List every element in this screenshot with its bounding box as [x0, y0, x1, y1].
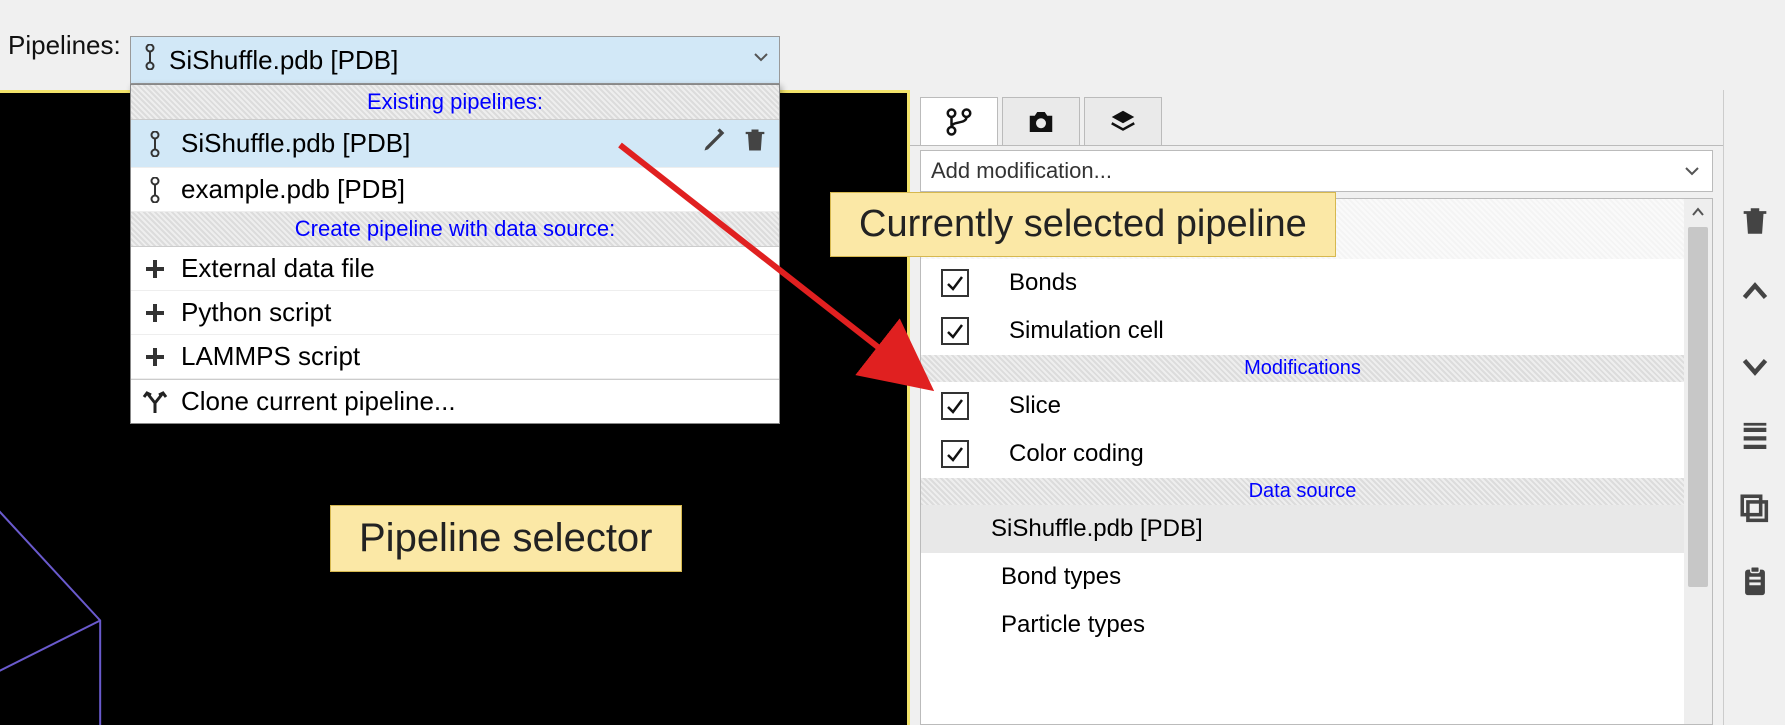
right-panel: Add modification... Bonds Simulation cel…	[910, 90, 1785, 725]
item-label: Simulation cell	[1009, 317, 1164, 345]
chevron-down-icon	[1682, 161, 1702, 181]
create-item-label: Python script	[181, 297, 331, 328]
data-source-label: SiShuffle.pdb [PDB]	[991, 515, 1203, 543]
item-label: Bond types	[1001, 563, 1121, 591]
plus-icon	[141, 345, 169, 369]
item-label: Color coding	[1009, 440, 1144, 468]
section-modifications: Modifications	[921, 355, 1684, 382]
pipeline-dropdown: Existing pipelines: SiShuffle.pdb [PDB] …	[130, 84, 780, 424]
pipeline-item-sishuffle[interactable]: SiShuffle.pdb [PDB]	[131, 120, 779, 168]
pipeline-icon	[141, 177, 169, 203]
scroll-thumb[interactable]	[1688, 227, 1708, 587]
add-modification-label: Add modification...	[931, 158, 1112, 184]
item-label: Slice	[1009, 392, 1061, 420]
modification-list: Bonds Simulation cell Modifications Slic…	[920, 198, 1713, 725]
pipeline-icon	[141, 131, 169, 157]
callout-currently-selected: Currently selected pipeline	[830, 192, 1336, 257]
fork-icon	[141, 389, 169, 415]
dropdown-header-existing: Existing pipelines:	[131, 85, 779, 120]
create-python-script[interactable]: Python script	[131, 291, 779, 335]
tab-layers[interactable]	[1084, 97, 1162, 145]
pipeline-icon	[139, 44, 161, 77]
pipelines-label: Pipelines:	[8, 30, 121, 61]
paste-button[interactable]	[1734, 560, 1776, 602]
pipeline-item-example[interactable]: example.pdb [PDB]	[131, 168, 779, 212]
pipeline-item-label: SiShuffle.pdb [PDB]	[181, 128, 410, 159]
tab-pipeline[interactable]	[920, 97, 998, 145]
modifier-slice[interactable]: Slice	[921, 382, 1684, 430]
create-external-file[interactable]: External data file	[131, 247, 779, 291]
data-source-row[interactable]: SiShuffle.pdb [PDB]	[921, 505, 1684, 553]
git-branch-icon	[944, 107, 974, 137]
move-down-button[interactable]	[1734, 344, 1776, 386]
clone-pipeline[interactable]: Clone current pipeline...	[131, 380, 779, 423]
pipeline-combo-value: SiShuffle.pdb [PDB]	[169, 45, 751, 76]
checkbox-icon[interactable]	[941, 440, 969, 468]
visual-item-bonds[interactable]: Bonds	[921, 259, 1684, 307]
move-up-button[interactable]	[1734, 272, 1776, 314]
item-label: Bonds	[1009, 269, 1077, 297]
item-label: Particle types	[1001, 611, 1145, 639]
scrollbar[interactable]	[1684, 199, 1712, 724]
delete-icon[interactable]	[741, 126, 769, 161]
create-lammps-script[interactable]: LAMMPS script	[131, 335, 779, 379]
panel-tabs	[910, 90, 1723, 146]
pipeline-selector-combo[interactable]: SiShuffle.pdb [PDB]	[130, 36, 780, 84]
create-item-label: LAMMPS script	[181, 341, 360, 372]
visual-item-simcell[interactable]: Simulation cell	[921, 307, 1684, 355]
pipeline-item-label: example.pdb [PDB]	[181, 174, 405, 205]
scroll-up-icon[interactable]	[1684, 199, 1712, 225]
delete-button[interactable]	[1734, 200, 1776, 242]
create-item-label: External data file	[181, 253, 375, 284]
section-data-source: Data source	[921, 478, 1684, 505]
callout-pipeline-selector: Pipeline selector	[330, 505, 682, 572]
clone-label: Clone current pipeline...	[181, 386, 456, 417]
camera-icon	[1026, 107, 1056, 137]
layers-icon	[1108, 107, 1138, 137]
chevron-down-icon	[751, 46, 771, 74]
tab-render[interactable]	[1002, 97, 1080, 145]
checkbox-icon[interactable]	[941, 317, 969, 345]
plus-icon	[141, 257, 169, 281]
checkbox-icon[interactable]	[941, 269, 969, 297]
data-source-child-bondtypes[interactable]: Bond types	[921, 553, 1684, 601]
panel-main: Add modification... Bonds Simulation cel…	[910, 90, 1723, 725]
side-toolbar	[1723, 90, 1785, 725]
rename-icon[interactable]	[701, 126, 729, 161]
copy-button[interactable]	[1734, 488, 1776, 530]
dropdown-header-create: Create pipeline with data source:	[131, 212, 779, 247]
checkbox-icon[interactable]	[941, 392, 969, 420]
add-modification-combo[interactable]: Add modification...	[920, 150, 1713, 192]
preset-button[interactable]	[1734, 416, 1776, 458]
data-source-child-particletypes[interactable]: Particle types	[921, 601, 1684, 649]
modifier-color-coding[interactable]: Color coding	[921, 430, 1684, 478]
plus-icon	[141, 301, 169, 325]
